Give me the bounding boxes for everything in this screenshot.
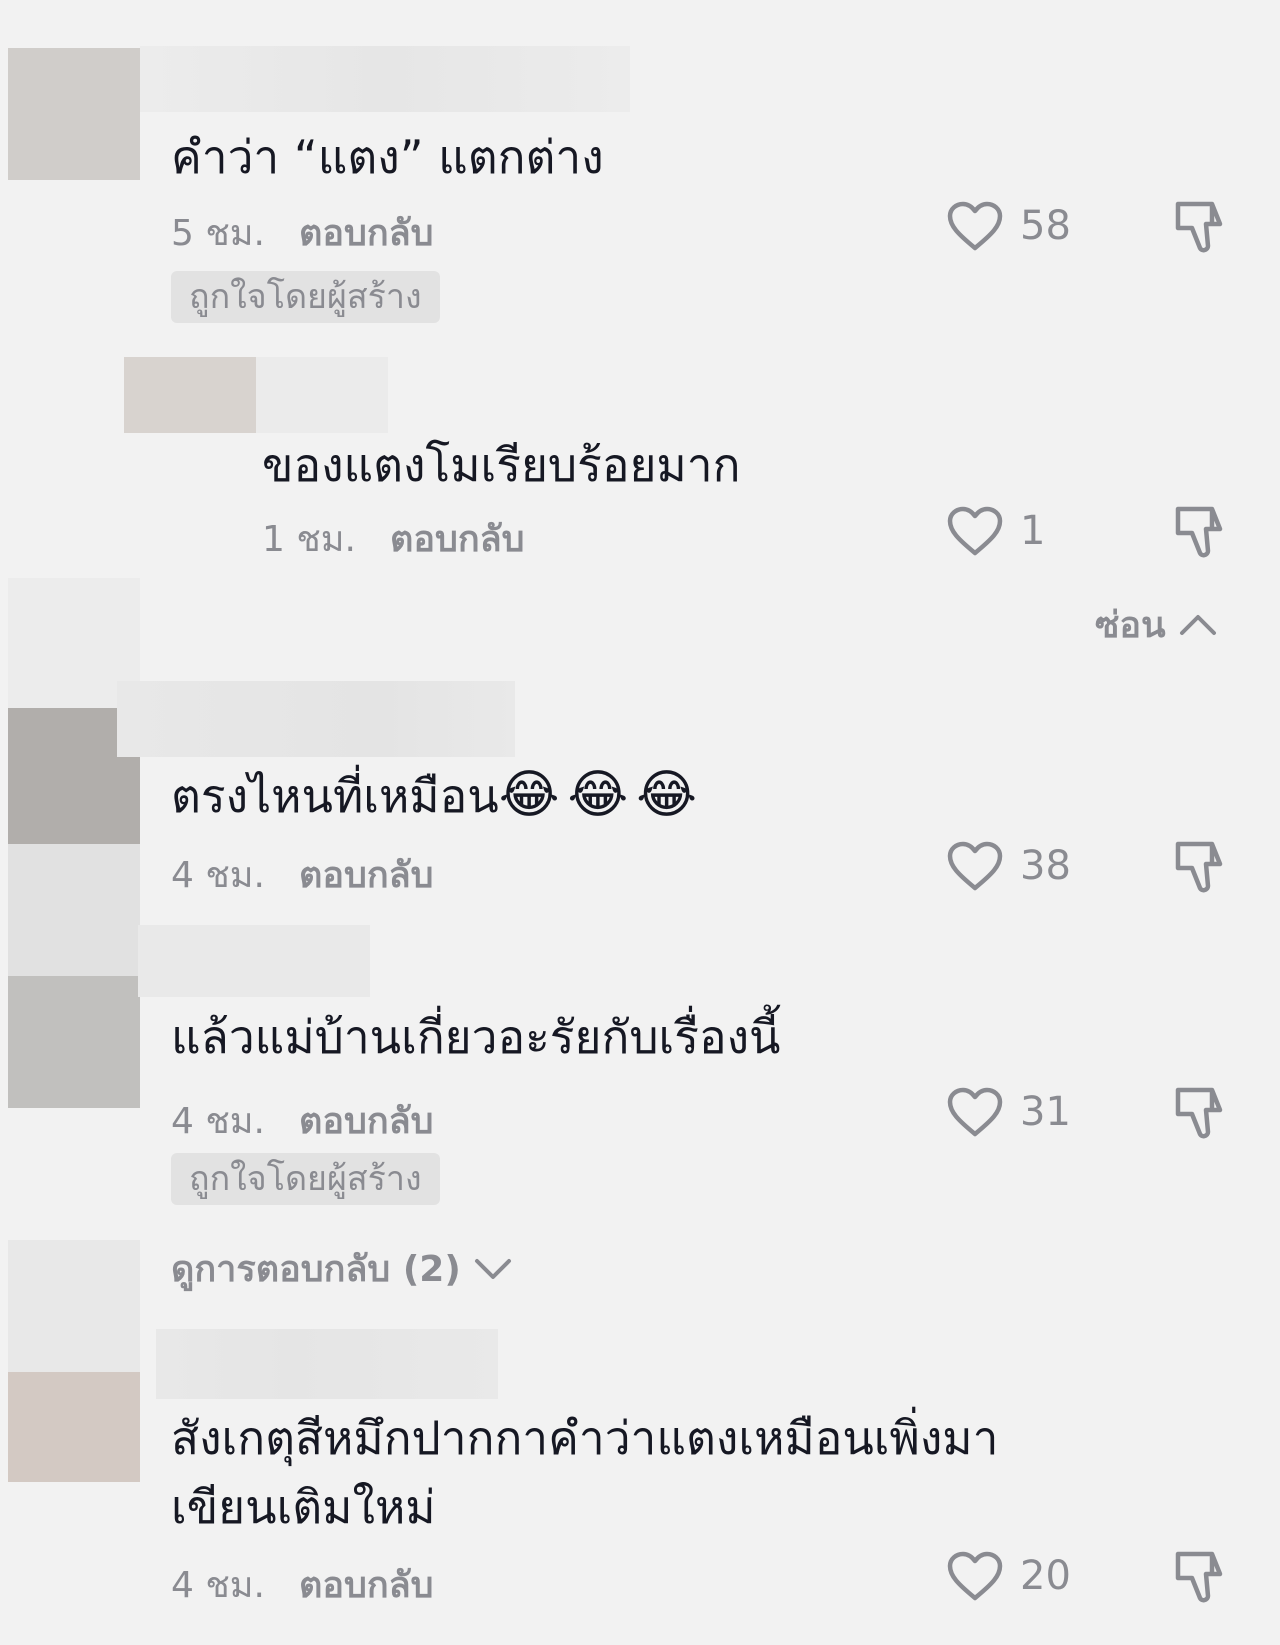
dislike-button[interactable] (1172, 198, 1230, 256)
like-button[interactable]: 31 (946, 1086, 1071, 1138)
dislike-icon (1175, 506, 1223, 558)
comment-meta: 4 ชม. ตอบกลับ (171, 1556, 434, 1613)
avatar[interactable] (8, 48, 140, 180)
comment-meta: 4 ชม. ตอบกลับ (171, 846, 434, 903)
heart-icon (947, 1087, 1003, 1137)
avatar[interactable] (8, 1372, 140, 1482)
dislike-icon (1175, 1551, 1223, 1603)
hide-replies-label: ซ่อน (1095, 605, 1166, 646)
comment-meta: 1 ชม. ตอบกลับ (262, 510, 525, 567)
comment-text-line2: เขียนเติมใหม่ (171, 1480, 436, 1534)
comment-time: 5 ชม. (171, 213, 265, 254)
heart-icon (947, 1551, 1003, 1601)
like-button[interactable]: 38 (946, 840, 1071, 892)
like-button[interactable]: 58 (946, 200, 1071, 252)
avatar[interactable] (124, 357, 256, 433)
chevron-down-icon (474, 1258, 511, 1279)
hide-replies-button[interactable]: ซ่อน (1095, 596, 1218, 653)
dislike-button[interactable] (1172, 503, 1230, 561)
dislike-icon (1175, 841, 1223, 893)
username-redacted[interactable] (117, 681, 515, 757)
comment-meta: 4 ชม. ตอบกลับ (171, 1092, 434, 1149)
like-count: 58 (1020, 203, 1071, 249)
dislike-icon (1175, 1087, 1223, 1139)
dislike-button[interactable] (1172, 1084, 1230, 1142)
heart-icon (947, 506, 1003, 556)
comment-time: 4 ชม. (171, 1101, 265, 1142)
heart-icon (947, 201, 1003, 251)
comment-text: ของแตงโมเรียบร้อยมาก (262, 438, 741, 492)
reply-button[interactable]: ตอบกลับ (299, 1556, 434, 1613)
reply-button[interactable]: ตอบกลับ (299, 1092, 434, 1149)
comment-text-line1: สังเกตุสีหมึกปากกาคำว่าแตงเหมือนเพิ่งมา (171, 1411, 999, 1465)
view-replies-button[interactable]: ดูการตอบกลับ (2) (171, 1240, 513, 1297)
comment-text-body: ตรงไหนที่เหมือน (171, 769, 499, 823)
reply-button[interactable]: ตอบกลับ (390, 510, 525, 567)
laughing-emoji: 😂😂😂 (498, 765, 705, 825)
username-redacted[interactable] (156, 1329, 498, 1399)
comment-text: ตรงไหนที่เหมือน😂😂😂 (171, 760, 705, 831)
like-count: 38 (1020, 843, 1071, 889)
liked-by-creator-badge: ถูกใจโดยผู้สร้าง (171, 1153, 440, 1205)
comment-text: คำว่า “แตง” แตกต่าง (171, 130, 604, 184)
username-redacted[interactable] (256, 357, 388, 433)
liked-by-creator-badge: ถูกใจโดยผู้สร้าง (171, 271, 440, 323)
comment-text: แล้วแม่บ้านเกี่ยวอะรัยกับเรื่องนี้ (171, 1010, 781, 1064)
reply-button[interactable]: ตอบกลับ (299, 204, 434, 261)
username-redacted[interactable] (140, 46, 630, 112)
username-redacted[interactable] (138, 925, 370, 997)
view-replies-label: ดูการตอบกลับ (2) (171, 1249, 461, 1290)
like-count: 1 (1020, 508, 1046, 554)
comment-time: 4 ชม. (171, 1565, 265, 1606)
reply-button[interactable]: ตอบกลับ (299, 846, 434, 903)
avatar-bg (8, 844, 140, 976)
comment-time: 1 ชม. (262, 519, 356, 560)
dislike-icon (1175, 201, 1223, 253)
like-button[interactable]: 1 (946, 505, 1045, 557)
heart-icon (947, 841, 1003, 891)
like-count: 20 (1020, 1553, 1071, 1599)
comment-meta: 5 ชม. ตอบกลับ (171, 204, 434, 261)
avatar-bg (8, 1240, 140, 1372)
chevron-up-icon (1179, 614, 1216, 635)
comment-time: 4 ชม. (171, 855, 265, 896)
dislike-button[interactable] (1172, 1548, 1230, 1606)
like-count: 31 (1020, 1089, 1071, 1135)
like-button[interactable]: 20 (946, 1550, 1071, 1602)
dislike-button[interactable] (1172, 838, 1230, 896)
avatar[interactable] (8, 976, 140, 1108)
